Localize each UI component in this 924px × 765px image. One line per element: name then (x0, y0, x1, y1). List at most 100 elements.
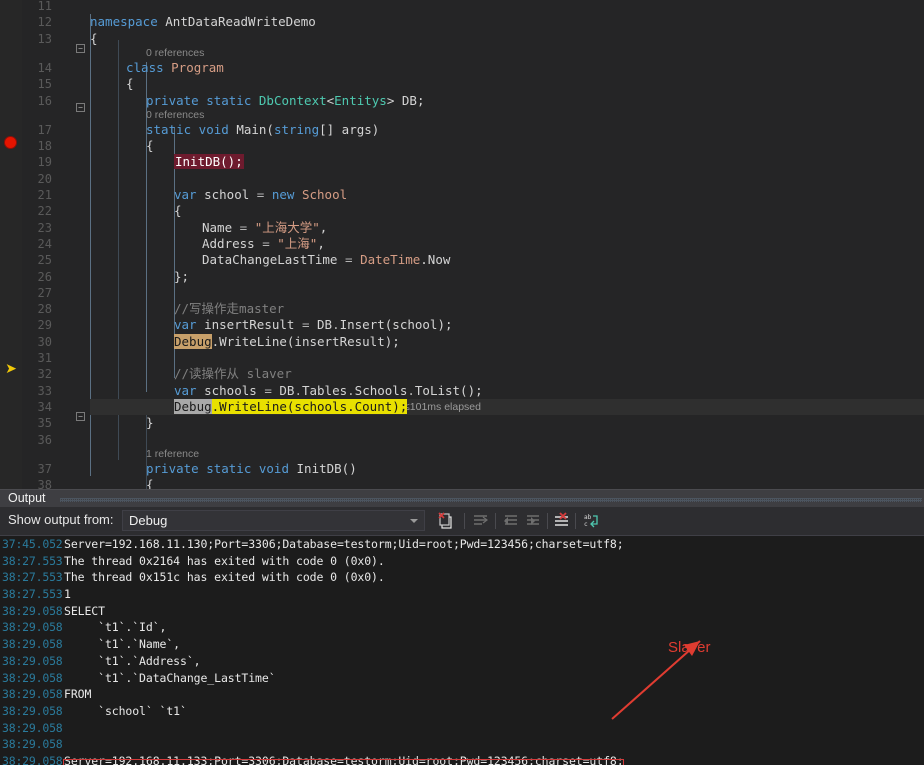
code-text: InitDB(); (174, 154, 244, 170)
output-message: FROM (64, 687, 92, 702)
code-reference-annotation[interactable]: 1 reference (0, 448, 924, 461)
next-message-icon (527, 515, 539, 525)
output-timestamp: 38:27.553 (2, 570, 63, 585)
code-line[interactable]: 27 (0, 285, 924, 301)
code-line[interactable]: 18 { (0, 138, 924, 154)
code-token: Name (202, 219, 240, 235)
titlebar-grip (60, 498, 922, 502)
code-token: //写操作走master (174, 301, 285, 317)
outlining-collapse-button[interactable]: − (76, 44, 85, 53)
output-line: 38:27.553 The thread 0x151c has exited wi… (0, 569, 924, 586)
code-line[interactable]: 19 InitDB(); (0, 154, 924, 170)
code-token: static void (146, 121, 237, 137)
code-token: { (146, 477, 154, 489)
go-to-next-message-button[interactable] (522, 510, 544, 532)
line-number: 27 (37, 285, 52, 300)
code-token: DataChangeLastTime (202, 252, 345, 268)
codelens-reference-count[interactable]: 0 references (146, 47, 204, 60)
code-lines-container[interactable]: 11 12 namespace AntDataReadWriteDemo 13 {0 r… (0, 0, 924, 489)
line-number: 29 (37, 318, 52, 333)
code-line[interactable]: 22 { (0, 203, 924, 219)
code-token: . (347, 382, 355, 398)
find-message-in-code-button[interactable] (551, 510, 573, 532)
code-token: namespace (90, 14, 166, 30)
line-number: 13 (37, 31, 52, 46)
outlining-collapse-button[interactable]: − (76, 412, 85, 421)
output-timestamp: 38:27.553 (2, 587, 63, 602)
line-number: 25 (37, 253, 52, 268)
toggle-output-button[interactable]: ab c (580, 510, 602, 532)
code-text: { (146, 138, 154, 154)
code-line[interactable]: 23 Name = "上海大学", (0, 220, 924, 236)
code-line[interactable]: 34 ≤101ms elapsed Debug.WriteLine(schools.… (0, 398, 924, 416)
code-line[interactable]: 16 private static DbContext<Entitys> DB; (0, 93, 924, 109)
toolbar-separator (575, 513, 576, 529)
code-token: }; (174, 268, 190, 284)
code-line[interactable]: 25 DataChangeLastTime = DateTime.Now (0, 252, 924, 268)
line-number: 36 (37, 432, 52, 447)
code-line[interactable]: 15 { (0, 76, 924, 92)
code-token: private static (146, 92, 259, 108)
code-line[interactable]: 24 Address = "上海", (0, 236, 924, 252)
output-text-area[interactable]: 37:45.052 Server=192.168.11.130;Port=3306… (0, 536, 924, 765)
outlining-collapse-button[interactable]: − (76, 103, 85, 112)
toolbar-separator (464, 513, 465, 529)
chevron-down-icon (410, 519, 418, 523)
toggle-word-wrap-button[interactable] (470, 510, 492, 532)
code-line[interactable]: 35} (0, 415, 924, 431)
code-token: .Now (420, 252, 451, 268)
output-source-select[interactable]: Debug (122, 510, 425, 531)
code-token: DB (279, 382, 295, 398)
output-timestamp: 38:29.058 (2, 620, 63, 635)
code-line[interactable]: 29 var insertResult = DB.Insert(school); (0, 317, 924, 333)
code-token: "上海大学" (254, 219, 320, 235)
code-token: private static void (146, 460, 297, 476)
code-line[interactable]: 13 { (0, 31, 924, 47)
code-line[interactable]: 31 (0, 350, 924, 366)
line-number: 18 (37, 139, 52, 154)
code-token: schools (204, 382, 265, 398)
output-message: `t1`.`Address`, (64, 653, 201, 668)
output-line: 38:29.058 FROM (0, 686, 924, 703)
line-number: 28 (37, 302, 52, 317)
breakpoint-marker[interactable] (4, 136, 17, 149)
annotation-label-slaver: Slaver (668, 639, 711, 656)
code-line[interactable]: 37 private static void InitDB() (0, 461, 924, 477)
output-panel-titlebar[interactable]: Output (0, 489, 924, 508)
go-to-previous-message-button[interactable] (500, 510, 522, 532)
clear-all-button[interactable] (435, 510, 457, 532)
toolbar-separator (547, 513, 548, 529)
toolbar-separator (495, 513, 496, 529)
code-text: { (174, 203, 182, 219)
code-editor[interactable]: 11 12 namespace AntDataReadWriteDemo 13 {0 r… (0, 0, 924, 489)
code-line[interactable]: 26}; (0, 269, 924, 285)
code-line[interactable]: 17 static void Main(string[] args) (0, 122, 924, 138)
code-token: ToList(); (414, 382, 483, 398)
code-line[interactable]: 12 namespace AntDataReadWriteDemo (0, 14, 924, 30)
find-message-icon (555, 512, 568, 526)
code-token: .WriteLine(schools.Count); (211, 398, 408, 414)
code-line[interactable]: 20 (0, 171, 924, 187)
code-reference-annotation[interactable]: 0 references (0, 47, 924, 60)
code-line[interactable]: 28 //写操作走master (0, 301, 924, 317)
code-line[interactable]: 36 (0, 432, 924, 448)
code-token: new (271, 187, 302, 202)
word-wrap-icon (474, 515, 488, 525)
code-token: DateTime (360, 252, 421, 268)
codelens-reference-count[interactable]: 1 reference (146, 448, 199, 461)
code-line[interactable]: 21 var school = new School (0, 187, 924, 203)
code-line[interactable]: 14 class Program (0, 60, 924, 76)
code-reference-annotation[interactable]: 0 references (0, 109, 924, 122)
code-line[interactable]: 38 { (0, 477, 924, 489)
code-line[interactable]: 11 (0, 0, 924, 14)
code-line[interactable]: 32 //读操作从 slaver (0, 366, 924, 382)
code-text: Address = "上海", (202, 236, 325, 252)
code-line[interactable]: 30 Debug.WriteLine(insertResult); (0, 333, 924, 350)
codelens-reference-count[interactable]: 0 references (146, 109, 204, 122)
show-output-from-label: Show output from: (8, 512, 114, 527)
code-text: var insertResult = DB.Insert(school); (174, 317, 453, 333)
output-timestamp: 38:29.058 (2, 653, 63, 668)
line-number: 34 (37, 399, 52, 414)
code-line[interactable]: 33 var schools = DB.Tables.Schools.ToList… (0, 383, 924, 399)
output-message: `t1`.`Id`, (64, 620, 167, 635)
